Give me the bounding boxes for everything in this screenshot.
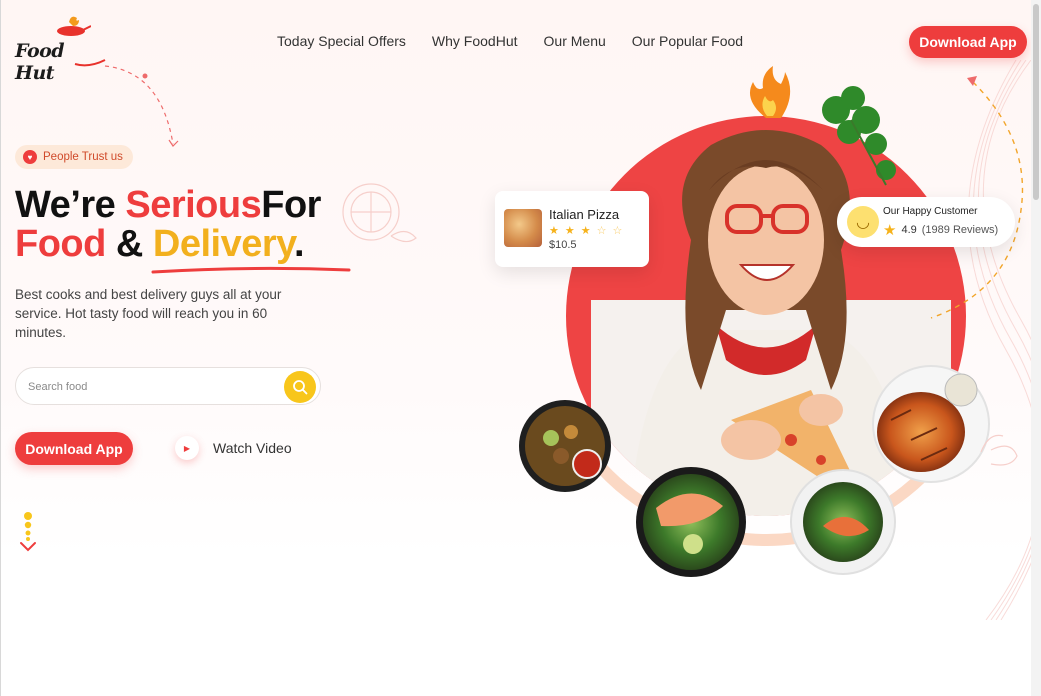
headline-part-serious: Serious — [125, 184, 262, 226]
customer-rating-card: ◡ Our Happy Customer ★ 4.9 (1989 Reviews… — [837, 197, 1015, 247]
headline-part-period: . — [293, 223, 305, 265]
watch-video-label: Watch Video — [213, 440, 292, 456]
food-dish-salmon[interactable] — [636, 467, 746, 577]
watch-video-button[interactable]: ▶ Watch Video — [175, 436, 292, 460]
star-icon: ★ — [580, 225, 597, 237]
headline-underline — [151, 266, 351, 274]
hero-download-button[interactable]: Download App — [15, 432, 133, 465]
smile-icon: ◡ — [847, 206, 879, 238]
headline-part-were: We’re — [15, 184, 126, 226]
heart-icon: ♥ — [23, 150, 37, 164]
star-icon: ★ — [549, 225, 565, 237]
decor-pizza-outline — [342, 183, 417, 243]
nav-today-special-offers[interactable]: Today Special Offers — [277, 33, 406, 49]
logo-icon — [57, 16, 91, 36]
nav-our-menu[interactable]: Our Menu — [544, 33, 606, 49]
food-dish-chicken[interactable] — [872, 365, 990, 483]
customer-rating-value: 4.9 — [901, 224, 917, 236]
star-icon: ★ — [564, 225, 581, 237]
pizza-rating-stars: ★★★☆☆ — [549, 224, 628, 237]
food-dish-salad[interactable] — [790, 469, 896, 575]
scroll-down-icon[interactable] — [19, 512, 39, 556]
decor-dashed-curve-left — [104, 65, 179, 147]
trust-badge: ♥ People Trust us — [15, 145, 133, 169]
nav-why-foodhut[interactable]: Why FoodHut — [432, 33, 518, 49]
hero-headline: We’re SeriousFor Food & Delivery. — [15, 186, 321, 264]
hero-illustration — [519, 66, 1024, 577]
play-icon: ▶ — [175, 436, 199, 460]
header-download-button[interactable]: Download App — [909, 26, 1027, 58]
pizza-card[interactable]: Italian Pizza ★★★☆☆ $10.5 — [495, 191, 649, 267]
headline-part-food: Food — [15, 223, 106, 265]
food-dish-bowl[interactable] — [519, 400, 611, 492]
customer-card-title: Our Happy Customer — [883, 206, 978, 217]
search-input[interactable] — [28, 377, 278, 397]
fire-icon — [749, 66, 791, 118]
scrollbar[interactable] — [1031, 0, 1041, 696]
nav-our-popular-food[interactable]: Our Popular Food — [632, 33, 743, 49]
pizza-price: $10.5 — [549, 239, 577, 251]
trust-badge-label: People Trust us — [43, 151, 123, 163]
headline-part-for: For — [261, 184, 321, 226]
scrollbar-thumb[interactable] — [1033, 4, 1039, 200]
search-icon — [293, 380, 308, 395]
pizza-name: Italian Pizza — [549, 207, 620, 222]
headline-part-delivery: Delivery — [152, 223, 295, 265]
customer-rating: ★ 4.9 (1989 Reviews) — [883, 221, 998, 239]
page: Food Hut Today Special Offers Why FoodHu… — [0, 0, 1041, 696]
star-icon: ★ — [883, 222, 897, 239]
search-button[interactable] — [284, 371, 316, 403]
logo[interactable]: Food Hut — [13, 14, 106, 84]
hero-subtext: Best cooks and best delivery guys all at… — [15, 287, 282, 340]
search-box — [15, 367, 321, 405]
headline-part-amp: & — [105, 223, 153, 265]
customer-review-count: (1989 Reviews) — [921, 224, 999, 236]
main-nav: Today Special Offers Why FoodHut Our Men… — [277, 33, 743, 49]
star-empty-icon: ☆ — [612, 225, 629, 237]
star-empty-icon: ☆ — [596, 225, 613, 237]
pizza-thumbnail — [504, 209, 542, 247]
